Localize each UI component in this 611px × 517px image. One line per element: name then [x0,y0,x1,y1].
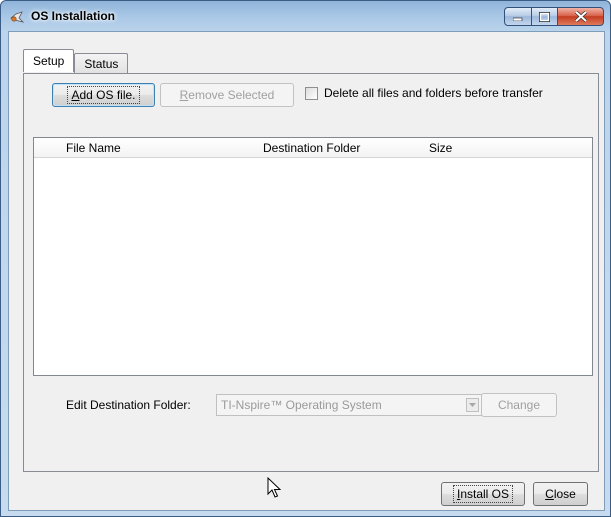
maximize-icon [539,11,550,22]
minimize-icon [513,17,523,21]
add-os-file-label: Add OS file. [67,86,140,104]
tab-setup[interactable]: Setup [23,49,75,72]
destination-folder-select[interactable]: TI-Nspire™ Operating System [216,394,483,416]
table-header: File Name Destination Folder Size [34,138,592,158]
maximize-button[interactable] [532,7,558,26]
close-label: Close [541,485,580,503]
remove-selected-label: Remove Selected [176,86,279,104]
os-file-table[interactable]: File Name Destination Folder Size [33,137,593,376]
column-header-file-name[interactable]: File Name [66,141,121,155]
install-os-text: nstall OS [460,487,510,501]
close-window-button[interactable] [558,7,604,26]
title-bar[interactable]: OS Installation [1,1,610,31]
install-os-label: Install OS [452,485,514,503]
destination-folder-value: TI-Nspire™ Operating System [221,398,382,412]
tab-status-label: Status [84,56,119,71]
os-installation-window: OS Installation Setup Status Add OS file… [0,0,611,517]
window-title: OS Installation [31,9,116,23]
tab-status[interactable]: Status [74,53,129,73]
window-controls [504,7,604,27]
dialog-client-area: Setup Status Add OS file. Remove Selecte… [8,31,605,511]
add-os-file-button[interactable]: Add OS file. [52,83,155,107]
change-button[interactable]: Change [481,393,557,417]
delete-all-checkbox[interactable] [305,86,318,100]
tab-setup-label: Setup [33,54,65,68]
column-header-size[interactable]: Size [429,141,452,155]
mouse-pointer-icon [267,477,281,498]
delete-all-option[interactable]: Delete all files and folders before tran… [305,83,543,103]
remove-selected-mnemonic: R [179,88,189,102]
ti-app-icon [10,11,25,23]
tab-strip: Setup Status [23,49,129,73]
change-label: Change [497,398,541,412]
edit-destination-folder-label: Edit Destination Folder: [66,398,191,412]
delete-all-label: Delete all files and folders before tran… [324,86,543,100]
close-text: lose [553,487,576,501]
close-icon [574,11,587,22]
add-os-file-text: dd OS file. [79,88,136,102]
remove-selected-text: emove Selected [188,88,275,102]
close-mnemonic: C [545,487,554,501]
close-button[interactable]: Close [533,482,588,506]
chevron-down-icon [469,403,476,407]
remove-selected-button[interactable]: Remove Selected [160,83,294,107]
dropdown-button[interactable] [466,398,479,412]
column-header-destination-folder[interactable]: Destination Folder [263,141,360,155]
install-os-button[interactable]: Install OS [441,482,525,506]
minimize-button[interactable] [504,7,532,26]
